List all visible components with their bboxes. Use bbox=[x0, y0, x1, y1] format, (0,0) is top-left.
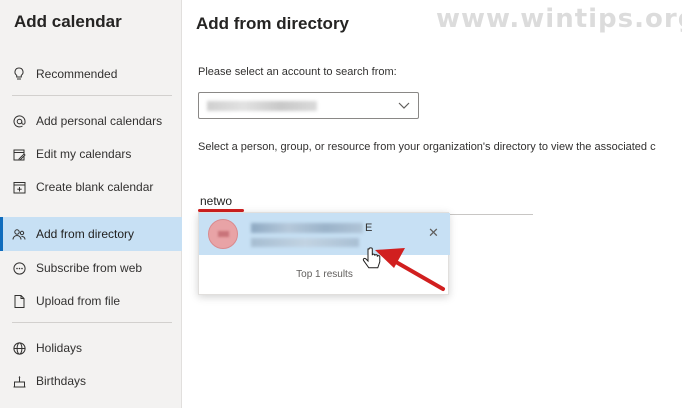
sidebar-item-label: Upload from file bbox=[36, 294, 121, 308]
redacted-account bbox=[207, 101, 317, 111]
globe-icon bbox=[12, 341, 26, 355]
sidebar-item-label: Recommended bbox=[36, 67, 118, 81]
suggestion-dropdown: E ✕ Top 1 results bbox=[198, 212, 450, 295]
people-icon bbox=[12, 227, 26, 241]
sidebar-item-label: Add personal calendars bbox=[36, 114, 163, 128]
at-icon bbox=[12, 114, 26, 128]
redacted-name bbox=[251, 223, 363, 233]
sidebar-title: Add calendar bbox=[14, 12, 122, 31]
search-input[interactable] bbox=[200, 194, 400, 208]
directory-prompt: Select a person, group, or resource from… bbox=[198, 141, 656, 153]
sidebar-item-label: Subscribe from web bbox=[36, 261, 143, 275]
sidebar-item-label: Birthdays bbox=[36, 374, 87, 388]
sidebar-item-label: Create blank calendar bbox=[36, 180, 154, 194]
cake-icon bbox=[12, 374, 26, 388]
suggestion-item[interactable]: E ✕ bbox=[199, 213, 450, 255]
redacted-email bbox=[251, 238, 359, 247]
result-name-suffix: E bbox=[365, 222, 373, 234]
sidebar-item-holidays[interactable]: Holidays bbox=[0, 331, 182, 365]
account-prompt: Please select an account to search from: bbox=[198, 66, 397, 78]
sidebar-divider bbox=[12, 322, 172, 323]
watermark: www.wintips.org bbox=[436, 4, 682, 34]
edit-calendar-icon bbox=[12, 147, 26, 161]
close-icon[interactable]: ✕ bbox=[428, 226, 440, 239]
sidebar-item-recommended[interactable]: Recommended bbox=[0, 57, 182, 91]
more-circle-icon bbox=[12, 261, 26, 275]
account-select[interactable] bbox=[198, 92, 419, 119]
results-count: Top 1 results bbox=[296, 269, 353, 280]
sidebar: Add calendar Recommended Add personal ca… bbox=[0, 0, 182, 408]
lightbulb-icon bbox=[12, 67, 26, 81]
sidebar-item-subscribe-from-web[interactable]: Subscribe from web bbox=[0, 251, 182, 285]
sidebar-item-edit-my-calendars[interactable]: Edit my calendars bbox=[0, 137, 182, 171]
sidebar-divider bbox=[12, 95, 172, 96]
sidebar-item-create-blank-calendar[interactable]: Create blank calendar bbox=[0, 170, 182, 204]
sidebar-item-add-from-directory[interactable]: Add from directory bbox=[0, 217, 182, 251]
file-icon bbox=[12, 294, 26, 308]
chevron-down-icon bbox=[398, 102, 410, 109]
avatar bbox=[208, 219, 238, 249]
sidebar-item-birthdays[interactable]: Birthdays bbox=[0, 364, 182, 398]
sidebar-item-label: Holidays bbox=[36, 341, 83, 355]
sidebar-item-label: Edit my calendars bbox=[36, 147, 132, 161]
calendar-add-icon bbox=[12, 180, 26, 194]
sidebar-item-upload-from-file[interactable]: Upload from file bbox=[0, 284, 182, 318]
sidebar-item-label: Add from directory bbox=[36, 227, 135, 241]
sidebar-item-add-personal-calendars[interactable]: Add personal calendars bbox=[0, 104, 182, 138]
page-title: Add from directory bbox=[196, 14, 350, 33]
